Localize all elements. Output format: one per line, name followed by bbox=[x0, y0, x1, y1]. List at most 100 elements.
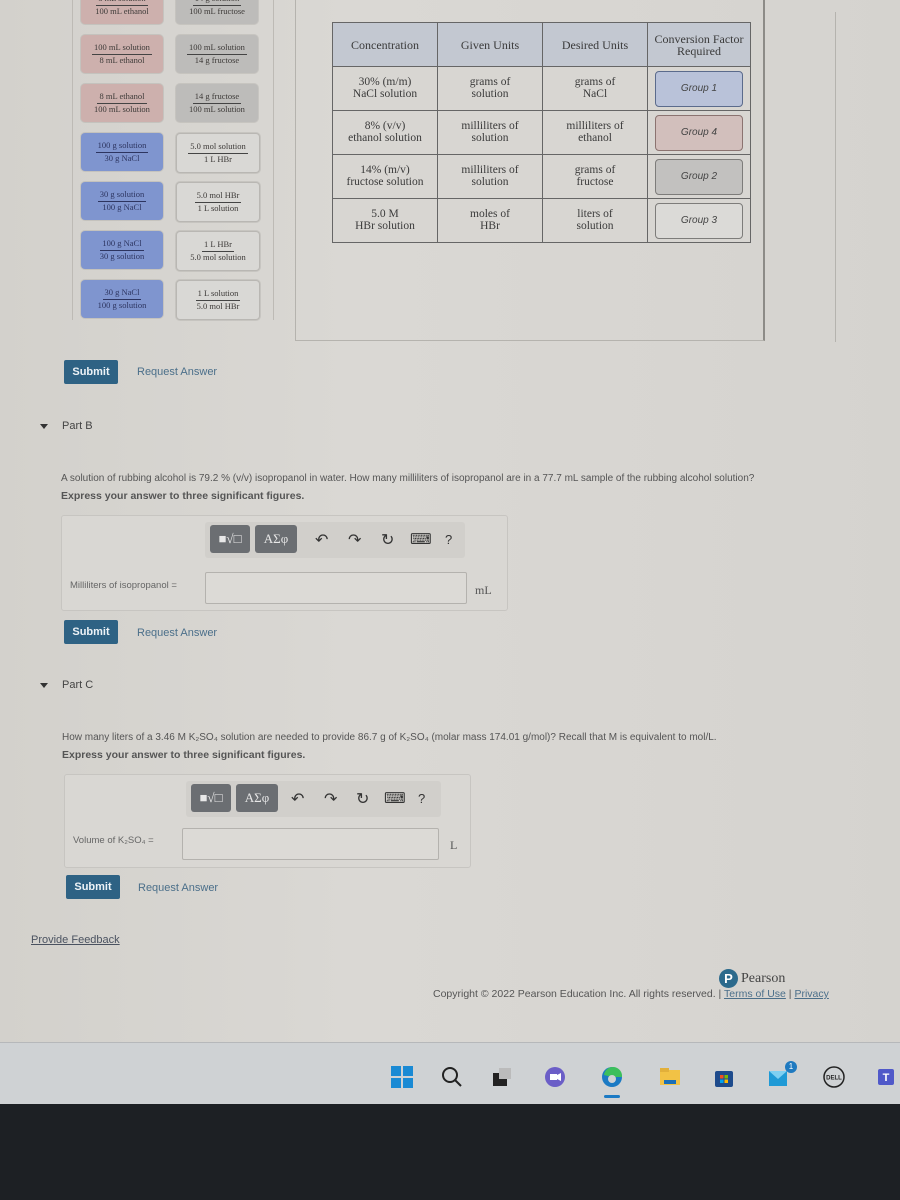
cell-concentration: 14% (m/v) fructose solution bbox=[332, 154, 438, 199]
drop-target[interactable]: Group 3 bbox=[655, 202, 743, 239]
privacy-link[interactable]: Privacy bbox=[794, 988, 828, 1000]
conversion-factor-tile[interactable]: 100 g NaCl 30 g solution bbox=[81, 231, 163, 269]
part-c-answer-box: ■√□ ΑΣφ ↶ ↷ ↻ ⌨ ? Volume of K₂SO₄ = L bbox=[64, 774, 471, 868]
desired-line: liters of bbox=[577, 208, 613, 220]
tile-denominator: 30 g NaCl bbox=[104, 152, 140, 163]
tile-denominator: 1 L solution bbox=[197, 202, 239, 213]
redo-icon[interactable]: ↷ bbox=[324, 789, 337, 809]
header-given-units: Given Units bbox=[437, 22, 543, 67]
cell-concentration: 8% (v/v) ethanol solution bbox=[332, 110, 438, 155]
cell-conversion-factor: Group 2 bbox=[647, 154, 751, 199]
part-b-submit-button[interactable]: Submit bbox=[64, 620, 118, 644]
file-explorer-icon[interactable] bbox=[658, 1065, 682, 1089]
desired-line: ethanol bbox=[578, 131, 612, 144]
teams-chat-icon[interactable] bbox=[543, 1065, 567, 1089]
undo-icon[interactable]: ↶ bbox=[291, 789, 304, 809]
part-a-submit-button[interactable]: Submit bbox=[64, 360, 118, 384]
drop-target[interactable]: Group 2 bbox=[655, 158, 743, 195]
conversion-factor-tile[interactable]: 100 mL solution 8 mL ethanol bbox=[81, 35, 163, 73]
tile-numerator: 30 g solution bbox=[97, 189, 147, 202]
part-b-question: A solution of rubbing alcohol is 79.2 % … bbox=[61, 473, 755, 484]
part-c-answer-input[interactable] bbox=[182, 828, 439, 860]
given-line: moles of bbox=[470, 208, 510, 220]
conversion-factor-tile[interactable]: 8 mL solution100 mL ethanol bbox=[81, 0, 163, 24]
part-b-request-answer-link[interactable]: Request Answer bbox=[137, 627, 217, 639]
search-icon[interactable] bbox=[440, 1065, 464, 1089]
tile-denominator: 100 mL ethanol bbox=[95, 5, 149, 16]
desired-line: NaCl bbox=[582, 87, 608, 100]
part-b-title: Part B bbox=[62, 420, 93, 432]
conversion-factor-tile[interactable]: 5.0 mol HBr 1 L solution bbox=[176, 182, 260, 222]
part-c-header[interactable]: Part C bbox=[40, 679, 93, 691]
concentration-line: fructose solution bbox=[346, 175, 424, 188]
undo-icon[interactable]: ↶ bbox=[315, 530, 328, 550]
dell-icon[interactable]: DELL bbox=[822, 1065, 846, 1089]
cell-desired: liters of solution bbox=[542, 198, 648, 243]
provide-feedback-link[interactable]: Provide Feedback bbox=[31, 934, 120, 946]
templates-button[interactable]: ■√□ bbox=[210, 525, 250, 553]
concentration-line: 14% (m/v) bbox=[360, 164, 410, 176]
pearson-p-icon: P bbox=[719, 969, 738, 988]
cell-conversion-factor: Group 3 bbox=[647, 198, 751, 243]
teams-icon[interactable]: T bbox=[876, 1065, 900, 1089]
cell-given: moles of HBr bbox=[437, 198, 543, 243]
conversion-factor-tile[interactable]: 14 g solution100 mL fructose bbox=[176, 0, 258, 24]
tile-denominator: 100 mL fructose bbox=[189, 5, 245, 16]
given-line: grams of bbox=[469, 76, 511, 88]
conversion-table-panel: Concentration Given Units Desired Units … bbox=[295, 0, 765, 341]
conversion-factor-tile[interactable]: 1 L solution 5.0 mol HBr bbox=[176, 280, 260, 320]
greek-symbols-button[interactable]: ΑΣφ bbox=[255, 525, 297, 553]
tile-numerator: 100 g solution bbox=[95, 140, 149, 153]
svg-text:DELL: DELL bbox=[826, 1076, 842, 1082]
conversion-factor-tile[interactable]: 100 mL solution 14 g fructose bbox=[176, 35, 258, 73]
tile-denominator: 5.0 mol solution bbox=[190, 251, 246, 262]
conversion-factor-tile[interactable]: 1 L HBr 5.0 mol solution bbox=[176, 231, 260, 271]
drop-target[interactable]: Group 4 bbox=[655, 114, 743, 151]
greek-symbols-button[interactable]: ΑΣφ bbox=[236, 784, 278, 812]
part-b-answer-input[interactable] bbox=[205, 572, 467, 604]
templates-button[interactable]: ■√□ bbox=[191, 784, 231, 812]
svg-text:T: T bbox=[883, 1072, 890, 1084]
given-line: solution bbox=[471, 87, 509, 100]
cell-concentration: 30% (m/m) NaCl solution bbox=[332, 66, 438, 111]
cell-desired: milliliters of ethanol bbox=[542, 110, 648, 155]
task-view-icon[interactable] bbox=[490, 1065, 514, 1089]
part-b-instruction: Express your answer to three significant… bbox=[61, 490, 305, 502]
microsoft-store-icon[interactable] bbox=[712, 1065, 736, 1089]
drop-target[interactable]: Group 1 bbox=[655, 70, 743, 107]
conversion-factor-tile[interactable]: 5.0 mol solution 1 L HBr bbox=[176, 133, 260, 173]
part-b-answer-label: Milliliters of isopropanol = bbox=[70, 580, 177, 591]
conversion-factor-tile[interactable]: 100 g solution 30 g NaCl bbox=[81, 133, 163, 171]
tile-denominator: 100 g NaCl bbox=[102, 201, 142, 212]
part-b-header[interactable]: Part B bbox=[40, 420, 93, 432]
tile-denominator: 8 mL ethanol bbox=[99, 54, 145, 65]
part-c-submit-button[interactable]: Submit bbox=[66, 875, 120, 899]
tile-denominator: 30 g solution bbox=[99, 250, 145, 261]
reset-icon[interactable]: ↻ bbox=[356, 789, 369, 809]
keyboard-icon[interactable]: ⌨ bbox=[384, 789, 406, 807]
windows-taskbar: 1 DELL T bbox=[0, 1042, 900, 1105]
reset-icon[interactable]: ↻ bbox=[381, 530, 394, 550]
keyboard-icon[interactable]: ⌨ bbox=[410, 530, 432, 548]
part-a-request-answer-link[interactable]: Request Answer bbox=[137, 366, 217, 378]
edge-icon[interactable] bbox=[600, 1065, 624, 1089]
divider bbox=[835, 12, 836, 342]
cell-concentration: 5.0 M HBr solution bbox=[332, 198, 438, 243]
redo-icon[interactable]: ↷ bbox=[348, 530, 361, 550]
pearson-logo: P Pearson bbox=[719, 969, 785, 988]
windows-start-icon[interactable] bbox=[390, 1065, 414, 1089]
conversion-factor-tile[interactable]: 30 g NaCl 100 g solution bbox=[81, 280, 163, 318]
part-c-request-answer-link[interactable]: Request Answer bbox=[138, 882, 218, 894]
cell-given: milliliters of solution bbox=[437, 110, 543, 155]
desired-line: grams of bbox=[574, 164, 616, 176]
given-line: milliliters of bbox=[461, 164, 519, 176]
part-c-math-toolbar: ■√□ ΑΣφ ↶ ↷ ↻ ⌨ ? bbox=[186, 781, 441, 817]
help-icon[interactable]: ? bbox=[418, 791, 425, 806]
terms-of-use-link[interactable]: Terms of Use bbox=[724, 988, 786, 1000]
conversion-factor-tile[interactable]: 30 g solution 100 g NaCl bbox=[81, 182, 163, 220]
given-line: solution bbox=[471, 131, 509, 144]
conversion-factor-tile[interactable]: 14 g fructose 100 mL solution bbox=[176, 84, 258, 122]
conversion-factor-tile[interactable]: 8 mL ethanol 100 mL solution bbox=[81, 84, 163, 122]
cell-given: milliliters of solution bbox=[437, 154, 543, 199]
help-icon[interactable]: ? bbox=[445, 532, 452, 547]
